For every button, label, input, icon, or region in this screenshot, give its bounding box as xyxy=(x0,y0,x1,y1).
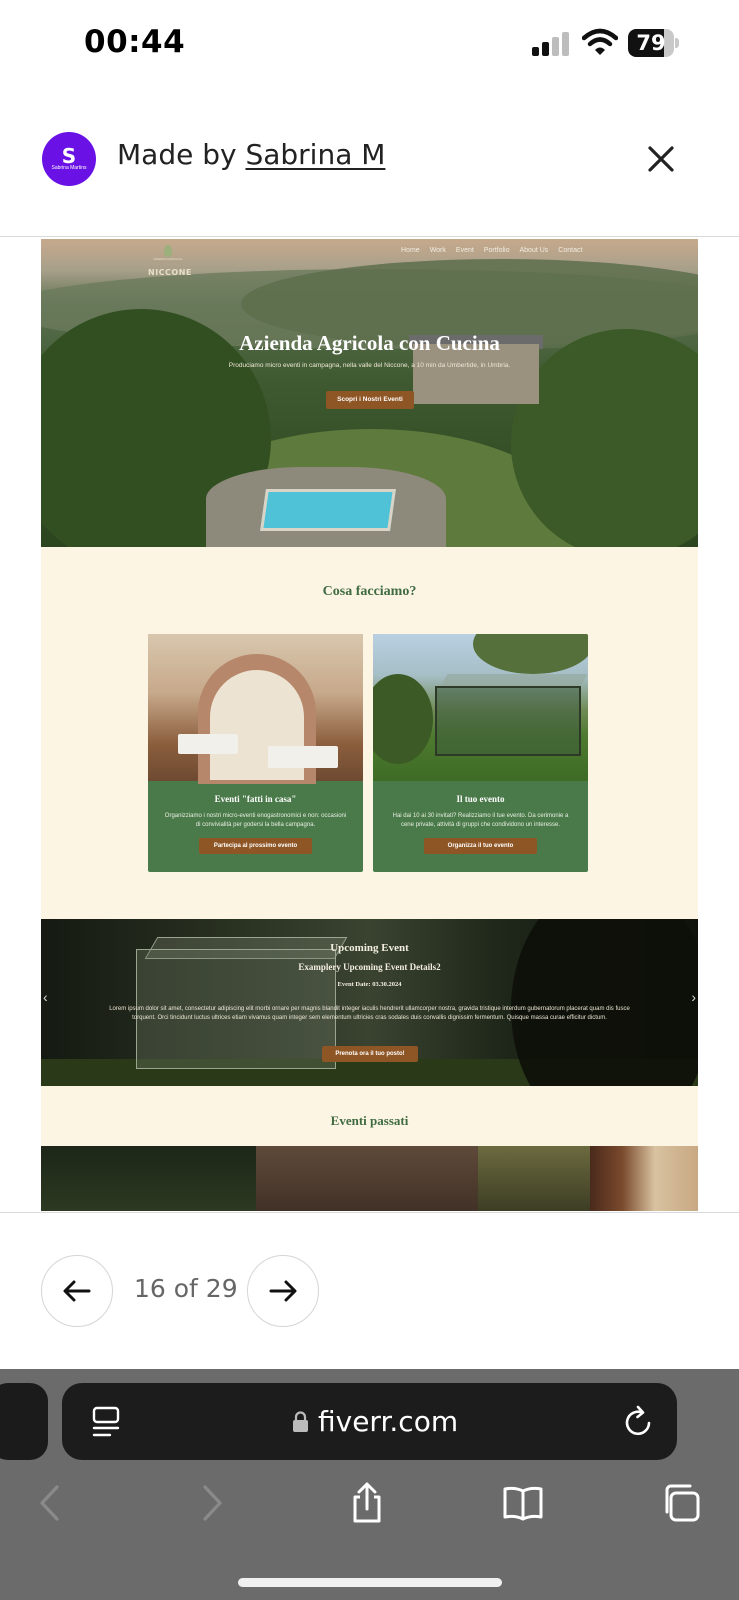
avatar-logo-mark: S xyxy=(61,143,77,168)
nav-portfolio[interactable]: Portfolio xyxy=(484,247,510,254)
hero-section: AZIENDA AGRICOLA NICCONE Home Work Event… xyxy=(41,239,698,547)
hero-subtitle: Produciamo micro eventi in campagna, nel… xyxy=(228,362,511,369)
upcoming-detail: Examplery Upcoming Event Details2 xyxy=(298,962,441,972)
reload-icon[interactable] xyxy=(624,1404,654,1438)
screen: { "status_bar": { "time": "00:44", "batt… xyxy=(0,0,739,1600)
gallery-image[interactable] xyxy=(256,1146,478,1211)
forward-icon[interactable] xyxy=(190,1482,232,1524)
status-time: 00:44 xyxy=(84,24,186,60)
nav-about[interactable]: About Us xyxy=(520,247,549,254)
past-events-title: Eventi passati xyxy=(330,1113,409,1128)
nav-work[interactable]: Work xyxy=(430,247,446,254)
nav-contact[interactable]: Contact xyxy=(558,247,582,254)
section-title: Cosa facciamo? xyxy=(322,584,417,599)
site-logo[interactable]: AZIENDA AGRICOLA NICCONE xyxy=(148,245,191,280)
lock-icon xyxy=(293,1411,308,1432)
portfolio-preview[interactable]: AZIENDA AGRICOLA NICCONE Home Work Event… xyxy=(41,239,698,1211)
back-icon[interactable] xyxy=(30,1482,72,1524)
gallery-image[interactable] xyxy=(478,1146,590,1211)
divider xyxy=(0,1212,739,1213)
next-button[interactable] xyxy=(247,1255,319,1327)
card-eventi: Eventi "fatti in casa" Organizziamo i no… xyxy=(148,634,363,872)
slider-prev-icon[interactable]: ‹ xyxy=(43,989,48,1005)
hero-cta-button[interactable]: Scopri i Nostri Eventi xyxy=(326,391,414,409)
home-indicator[interactable] xyxy=(238,1578,502,1587)
upcoming-event-slider: ‹ › Upcoming Event Examplery Upcoming Ev… xyxy=(41,919,698,1086)
battery-percent: 79 xyxy=(636,31,666,55)
card-tuo-evento: Il tuo evento Hai dai 10 ai 30 invitati?… xyxy=(373,634,588,872)
card-text: Hai dai 10 ai 30 invitati? Realizziamo i… xyxy=(392,813,569,828)
cellular-signal-icon xyxy=(532,30,572,56)
hero-title: Azienda Agricola con Cucina xyxy=(239,331,500,355)
pool-image xyxy=(260,489,396,531)
card-title: Eventi "fatti in casa" xyxy=(214,794,297,804)
wifi-icon xyxy=(582,28,618,55)
site-nav: Home Work Event Portfolio About Us Conta… xyxy=(401,247,582,254)
arrow-left-icon xyxy=(63,1280,91,1302)
author-avatar[interactable]: S Sabrina Martins xyxy=(42,132,96,186)
gallery-image[interactable] xyxy=(41,1146,256,1211)
leaf-icon xyxy=(164,245,172,257)
upcoming-title: Upcoming Event xyxy=(330,942,409,954)
tabs-icon[interactable] xyxy=(660,1482,702,1524)
gallery-image[interactable] xyxy=(590,1146,698,1211)
made-by-prefix: Made by xyxy=(117,138,237,171)
arrow-right-icon xyxy=(269,1280,297,1302)
nav-home[interactable]: Home xyxy=(401,247,420,254)
close-icon[interactable] xyxy=(646,144,676,174)
url-text[interactable]: fiverr.com xyxy=(318,1405,458,1438)
previous-tab[interactable] xyxy=(0,1383,48,1460)
past-events-gallery xyxy=(41,1146,698,1211)
upcoming-description: Lorem ipsum dolor sit amet, consectetur … xyxy=(109,1006,630,1021)
battery-icon: 79 xyxy=(628,29,679,57)
card-button[interactable]: Partecipa al prossimo evento xyxy=(199,838,312,854)
made-by-label: Made by Sabrina M xyxy=(117,138,385,171)
slider-next-icon[interactable]: › xyxy=(691,989,696,1005)
bookmarks-icon[interactable] xyxy=(502,1482,544,1524)
share-icon[interactable] xyxy=(346,1482,388,1524)
greenhouse-image xyxy=(373,634,588,781)
author-link[interactable]: Sabrina M xyxy=(245,138,385,171)
dining-room-image xyxy=(148,634,363,784)
previous-button[interactable] xyxy=(41,1255,113,1327)
upcoming-date: Event Date: 03.30.2024 xyxy=(337,981,402,988)
divider xyxy=(0,236,739,237)
card-title: Il tuo evento xyxy=(456,794,505,804)
nav-event[interactable]: Event xyxy=(456,247,474,254)
card-button[interactable]: Organizza il tuo evento xyxy=(424,838,537,854)
card-text: Organizziamo i nostri micro-eventi enoga… xyxy=(164,813,347,828)
reader-mode-icon[interactable] xyxy=(92,1406,120,1438)
avatar-logo-text: Sabrina Martins xyxy=(51,164,87,171)
page-counter: 16 of 29 xyxy=(134,1274,238,1303)
book-button[interactable]: Prenota ora il tuo posto! xyxy=(322,1046,418,1062)
